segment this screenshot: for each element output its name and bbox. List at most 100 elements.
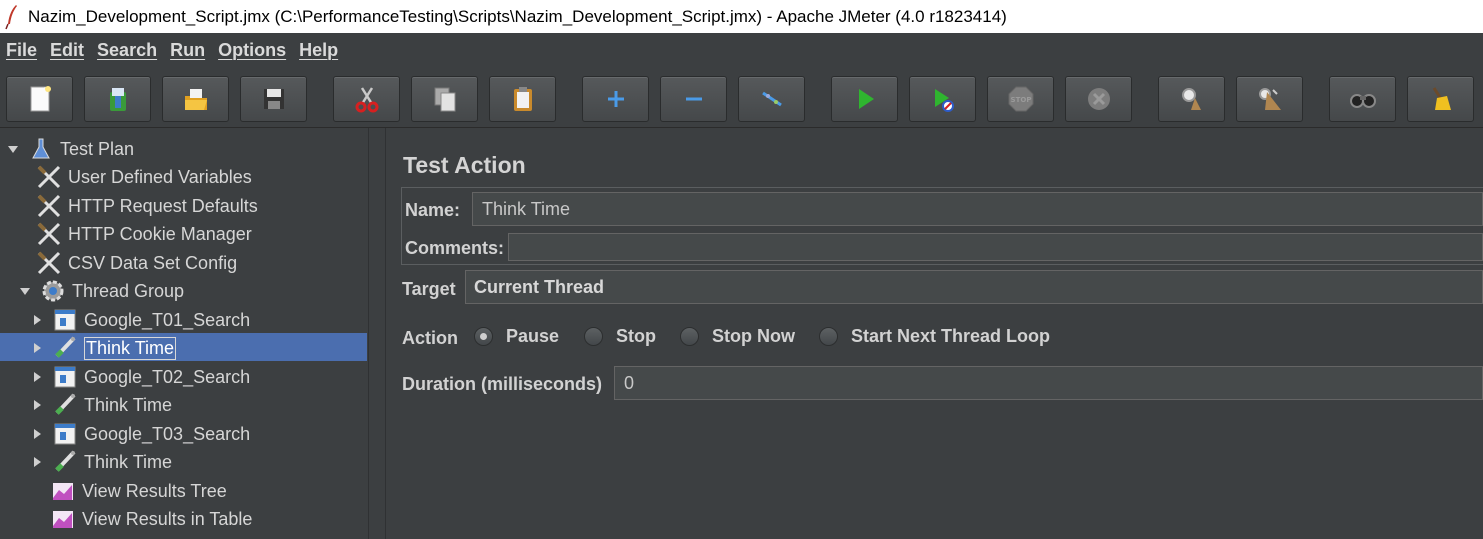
menu-options[interactable]: Options: [212, 40, 293, 61]
radio-selected-icon[interactable]: [474, 327, 493, 346]
collapsed-arrow-icon[interactable]: [30, 398, 44, 412]
action-radio-stop[interactable]: Stop: [584, 326, 656, 347]
collapsed-arrow-icon[interactable]: [30, 427, 44, 441]
search-button[interactable]: [1329, 76, 1396, 122]
listener-icon: [50, 506, 76, 532]
tree-item-label: Google_T02_Search: [84, 366, 251, 387]
test-action-icon: [52, 335, 78, 361]
new-button[interactable]: [6, 76, 73, 122]
collapsed-arrow-icon[interactable]: [30, 455, 44, 469]
radio-unselected-icon[interactable]: [584, 327, 603, 346]
tree-item-label: View Results in Table: [82, 508, 253, 529]
transaction-controller-icon: [52, 364, 78, 390]
tree-item-google-t03-search[interactable]: Google_T03_Search: [30, 420, 250, 448]
tree-item-label: HTTP Cookie Manager: [68, 223, 252, 244]
tree-item-view-results-tree[interactable]: View Results Tree: [50, 477, 227, 505]
collapsed-arrow-icon[interactable]: [30, 313, 44, 327]
tree-item-http-cookie-manager[interactable]: HTTP Cookie Manager: [36, 220, 252, 248]
clear-button[interactable]: [1158, 76, 1225, 122]
clear-icon: [1181, 88, 1201, 110]
test-plan-icon: [28, 136, 54, 162]
name-label: Name:: [405, 200, 461, 220]
config-element-icon: [36, 250, 62, 276]
open-icon: [184, 89, 207, 110]
window-title-bar: Nazim_Development_Script.jmx (C:\Perform…: [0, 0, 1483, 33]
duration-field[interactable]: 0: [614, 366, 1483, 400]
action-radio-start-next-thread-loop[interactable]: Start Next Thread Loop: [819, 326, 1050, 347]
thread-group-icon: [40, 278, 66, 304]
tree-item-label: Think Time: [84, 394, 173, 415]
clear-all-button[interactable]: [1236, 76, 1303, 122]
new-icon: [30, 86, 51, 112]
tree-item-user-defined-variables[interactable]: User Defined Variables: [36, 163, 252, 191]
tree-item-http-request-defaults[interactable]: HTTP Request Defaults: [36, 192, 258, 220]
copy-button[interactable]: [411, 76, 478, 122]
test-action-icon: [52, 392, 78, 418]
clear-all-icon: [1258, 88, 1281, 110]
menu-help[interactable]: Help: [293, 40, 345, 61]
tree-item-thread-group[interactable]: Thread Group: [18, 277, 184, 305]
stop-button[interactable]: STOP: [987, 76, 1054, 122]
tree-item-label: Google_T01_Search: [84, 309, 251, 330]
config-element-icon: [36, 221, 62, 247]
menu-file[interactable]: File: [0, 40, 44, 61]
start-button[interactable]: [831, 76, 898, 122]
listener-icon: [50, 478, 76, 504]
cut-button[interactable]: [333, 76, 400, 122]
tree-item-label: HTTP Request Defaults: [68, 195, 258, 216]
tree-item-label: View Results Tree: [82, 480, 227, 501]
tree-item-test-plan[interactable]: Test Plan: [6, 135, 134, 163]
tree-item-think-time-selected[interactable]: Think Time: [30, 334, 177, 362]
tree-item-label: Think Time: [84, 451, 173, 472]
name-field[interactable]: Think Time: [472, 192, 1483, 226]
test-action-icon: [52, 449, 78, 475]
tree-item-google-t02-search[interactable]: Google_T02_Search: [30, 363, 250, 391]
target-select[interactable]: Current Thread: [465, 270, 1483, 304]
action-radio-pause[interactable]: Pause: [474, 326, 559, 347]
menu-run[interactable]: Run: [164, 40, 212, 61]
shutdown-button[interactable]: [1065, 76, 1132, 122]
tree-item-label: Test Plan: [60, 138, 135, 159]
toggle-button[interactable]: [738, 76, 805, 122]
paste-button[interactable]: [489, 76, 556, 122]
transaction-controller-icon: [52, 421, 78, 447]
tree-item-csv-data-set-config[interactable]: CSV Data Set Config: [36, 249, 237, 277]
test-action-editor: Test Action Name: Think Time Comments: T…: [386, 128, 1483, 539]
cut-icon: [355, 87, 378, 113]
comments-label: Comments:: [405, 238, 505, 258]
split-pane-divider[interactable]: [368, 128, 386, 539]
collapse-icon: [685, 97, 702, 101]
expanded-arrow-icon[interactable]: [6, 142, 20, 156]
tree-item-view-results-in-table[interactable]: View Results in Table: [50, 505, 252, 533]
templates-button[interactable]: [84, 76, 151, 122]
expand-icon: [607, 91, 624, 107]
toggle-icon: [761, 91, 782, 107]
config-element-icon: [36, 193, 62, 219]
radio-unselected-icon[interactable]: [819, 327, 838, 346]
collapsed-arrow-icon[interactable]: [30, 341, 44, 355]
tree-item-think-time[interactable]: Think Time: [30, 448, 172, 476]
menu-search[interactable]: Search: [91, 40, 164, 61]
menu-edit[interactable]: Edit: [44, 40, 91, 61]
svg-text:STOP: STOP: [1010, 96, 1031, 104]
stop-icon: STOP: [1008, 86, 1033, 112]
start-no-pauses-button[interactable]: [909, 76, 976, 122]
action-label: Action: [402, 328, 458, 348]
expanded-arrow-icon[interactable]: [18, 284, 32, 298]
tree-item-label: CSV Data Set Config: [68, 252, 238, 273]
start-no-pauses-icon: [934, 89, 954, 112]
collapse-all-button[interactable]: [660, 76, 727, 122]
radio-unselected-icon[interactable]: [680, 327, 699, 346]
expand-all-button[interactable]: [582, 76, 649, 122]
comments-field[interactable]: [508, 233, 1483, 261]
reset-search-button[interactable]: [1407, 76, 1474, 122]
open-button[interactable]: [162, 76, 229, 122]
save-icon: [263, 89, 284, 109]
tree-item-think-time[interactable]: Think Time: [30, 391, 172, 419]
test-plan-tree: Test Plan User Defined Variables HTTP Re…: [0, 128, 368, 539]
tree-item-google-t01-search[interactable]: Google_T01_Search: [30, 306, 250, 334]
action-radio-stop-now[interactable]: Stop Now: [680, 326, 795, 347]
tree-item-label: Google_T03_Search: [84, 423, 251, 444]
collapsed-arrow-icon[interactable]: [30, 370, 44, 384]
save-button[interactable]: [240, 76, 307, 122]
